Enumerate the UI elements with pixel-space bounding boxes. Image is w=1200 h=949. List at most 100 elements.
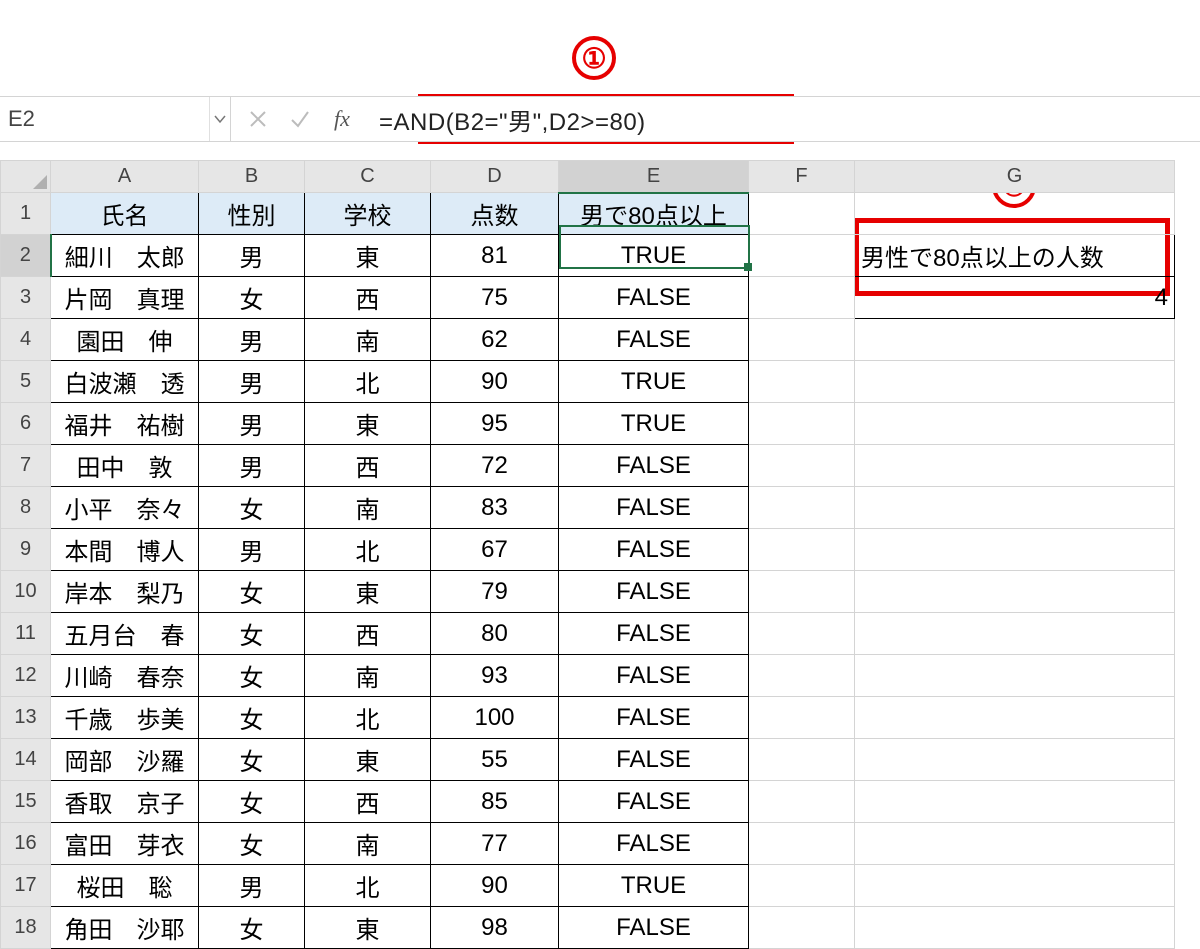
cell-B12[interactable]: 女 — [199, 655, 305, 697]
cell-F16[interactable] — [749, 823, 855, 865]
cell-A12[interactable]: 川崎 春奈 — [51, 655, 199, 697]
cell-F3[interactable] — [749, 277, 855, 319]
cell-C11[interactable]: 西 — [305, 613, 431, 655]
col-header-E[interactable]: E — [559, 161, 749, 193]
cell-E15[interactable]: FALSE — [559, 781, 749, 823]
cell-B9[interactable]: 男 — [199, 529, 305, 571]
row-header-3[interactable]: 3 — [1, 277, 51, 319]
col-header-B[interactable]: B — [199, 161, 305, 193]
cell-C6[interactable]: 東 — [305, 403, 431, 445]
name-box[interactable]: E2 — [0, 97, 231, 141]
cell-E4[interactable]: FALSE — [559, 319, 749, 361]
cell-E3[interactable]: FALSE — [559, 277, 749, 319]
cell-B11[interactable]: 女 — [199, 613, 305, 655]
cell-F2[interactable] — [749, 235, 855, 277]
formula-enter-button[interactable] — [279, 97, 321, 141]
cell-A15[interactable]: 香取 京子 — [51, 781, 199, 823]
cell-A11[interactable]: 五月台 春 — [51, 613, 199, 655]
cell-G17[interactable] — [855, 865, 1175, 907]
cell-E9[interactable]: FALSE — [559, 529, 749, 571]
col-header-C[interactable]: C — [305, 161, 431, 193]
cell-C18[interactable]: 東 — [305, 907, 431, 949]
cell-D11[interactable]: 80 — [431, 613, 559, 655]
cell-F5[interactable] — [749, 361, 855, 403]
row-header-5[interactable]: 5 — [1, 361, 51, 403]
cell-C13[interactable]: 北 — [305, 697, 431, 739]
cell-C9[interactable]: 北 — [305, 529, 431, 571]
cell-E18[interactable]: FALSE — [559, 907, 749, 949]
cell-D10[interactable]: 79 — [431, 571, 559, 613]
row-header-8[interactable]: 8 — [1, 487, 51, 529]
cell-G5[interactable] — [855, 361, 1175, 403]
row-header-11[interactable]: 11 — [1, 613, 51, 655]
cell-A3[interactable]: 片岡 真理 — [51, 277, 199, 319]
cell-B1[interactable]: 性別 — [199, 193, 305, 235]
row-header-6[interactable]: 6 — [1, 403, 51, 445]
cell-G16[interactable] — [855, 823, 1175, 865]
cell-A6[interactable]: 福井 祐樹 — [51, 403, 199, 445]
cell-F10[interactable] — [749, 571, 855, 613]
cell-B6[interactable]: 男 — [199, 403, 305, 445]
cell-C7[interactable]: 西 — [305, 445, 431, 487]
cell-F15[interactable] — [749, 781, 855, 823]
cell-G2[interactable]: 男性で80点以上の人数 — [855, 235, 1175, 277]
cell-A17[interactable]: 桜田 聡 — [51, 865, 199, 907]
cell-F13[interactable] — [749, 697, 855, 739]
cell-A5[interactable]: 白波瀬 透 — [51, 361, 199, 403]
select-all-corner[interactable] — [1, 161, 51, 193]
cell-A16[interactable]: 富田 芽衣 — [51, 823, 199, 865]
cell-A7[interactable]: 田中 敦 — [51, 445, 199, 487]
cell-A2[interactable]: 細川 太郎 — [51, 235, 199, 277]
cell-E12[interactable]: FALSE — [559, 655, 749, 697]
cell-G11[interactable] — [855, 613, 1175, 655]
row-header-1[interactable]: 1 — [1, 193, 51, 235]
cell-B5[interactable]: 男 — [199, 361, 305, 403]
cell-A18[interactable]: 角田 沙耶 — [51, 907, 199, 949]
row-header-12[interactable]: 12 — [1, 655, 51, 697]
cell-C14[interactable]: 東 — [305, 739, 431, 781]
cell-E14[interactable]: FALSE — [559, 739, 749, 781]
cell-D5[interactable]: 90 — [431, 361, 559, 403]
cell-D8[interactable]: 83 — [431, 487, 559, 529]
name-box-dropdown[interactable] — [209, 97, 231, 141]
formula-cancel-button[interactable] — [237, 97, 279, 141]
cell-G9[interactable] — [855, 529, 1175, 571]
cell-A8[interactable]: 小平 奈々 — [51, 487, 199, 529]
cell-B18[interactable]: 女 — [199, 907, 305, 949]
cell-B10[interactable]: 女 — [199, 571, 305, 613]
cell-D16[interactable]: 77 — [431, 823, 559, 865]
cell-A9[interactable]: 本間 博人 — [51, 529, 199, 571]
cell-B17[interactable]: 男 — [199, 865, 305, 907]
cell-B8[interactable]: 女 — [199, 487, 305, 529]
cell-F18[interactable] — [749, 907, 855, 949]
cell-G12[interactable] — [855, 655, 1175, 697]
cell-A13[interactable]: 千歳 歩美 — [51, 697, 199, 739]
cell-D18[interactable]: 98 — [431, 907, 559, 949]
cell-F1[interactable] — [749, 193, 855, 235]
cell-F8[interactable] — [749, 487, 855, 529]
cell-F6[interactable] — [749, 403, 855, 445]
cell-B7[interactable]: 男 — [199, 445, 305, 487]
row-header-16[interactable]: 16 — [1, 823, 51, 865]
cell-D7[interactable]: 72 — [431, 445, 559, 487]
cell-A10[interactable]: 岸本 梨乃 — [51, 571, 199, 613]
cell-E10[interactable]: FALSE — [559, 571, 749, 613]
row-header-2[interactable]: 2 — [1, 235, 51, 277]
cell-B15[interactable]: 女 — [199, 781, 305, 823]
cell-C10[interactable]: 東 — [305, 571, 431, 613]
cell-B13[interactable]: 女 — [199, 697, 305, 739]
cell-B16[interactable]: 女 — [199, 823, 305, 865]
cell-G15[interactable] — [855, 781, 1175, 823]
cell-G3[interactable]: 4 — [855, 277, 1175, 319]
cell-D4[interactable]: 62 — [431, 319, 559, 361]
cell-E13[interactable]: FALSE — [559, 697, 749, 739]
cell-C5[interactable]: 北 — [305, 361, 431, 403]
cell-D14[interactable]: 55 — [431, 739, 559, 781]
cell-E8[interactable]: FALSE — [559, 487, 749, 529]
cell-E5[interactable]: TRUE — [559, 361, 749, 403]
cell-B4[interactable]: 男 — [199, 319, 305, 361]
row-header-15[interactable]: 15 — [1, 781, 51, 823]
cell-F17[interactable] — [749, 865, 855, 907]
cell-C17[interactable]: 北 — [305, 865, 431, 907]
cell-C3[interactable]: 西 — [305, 277, 431, 319]
